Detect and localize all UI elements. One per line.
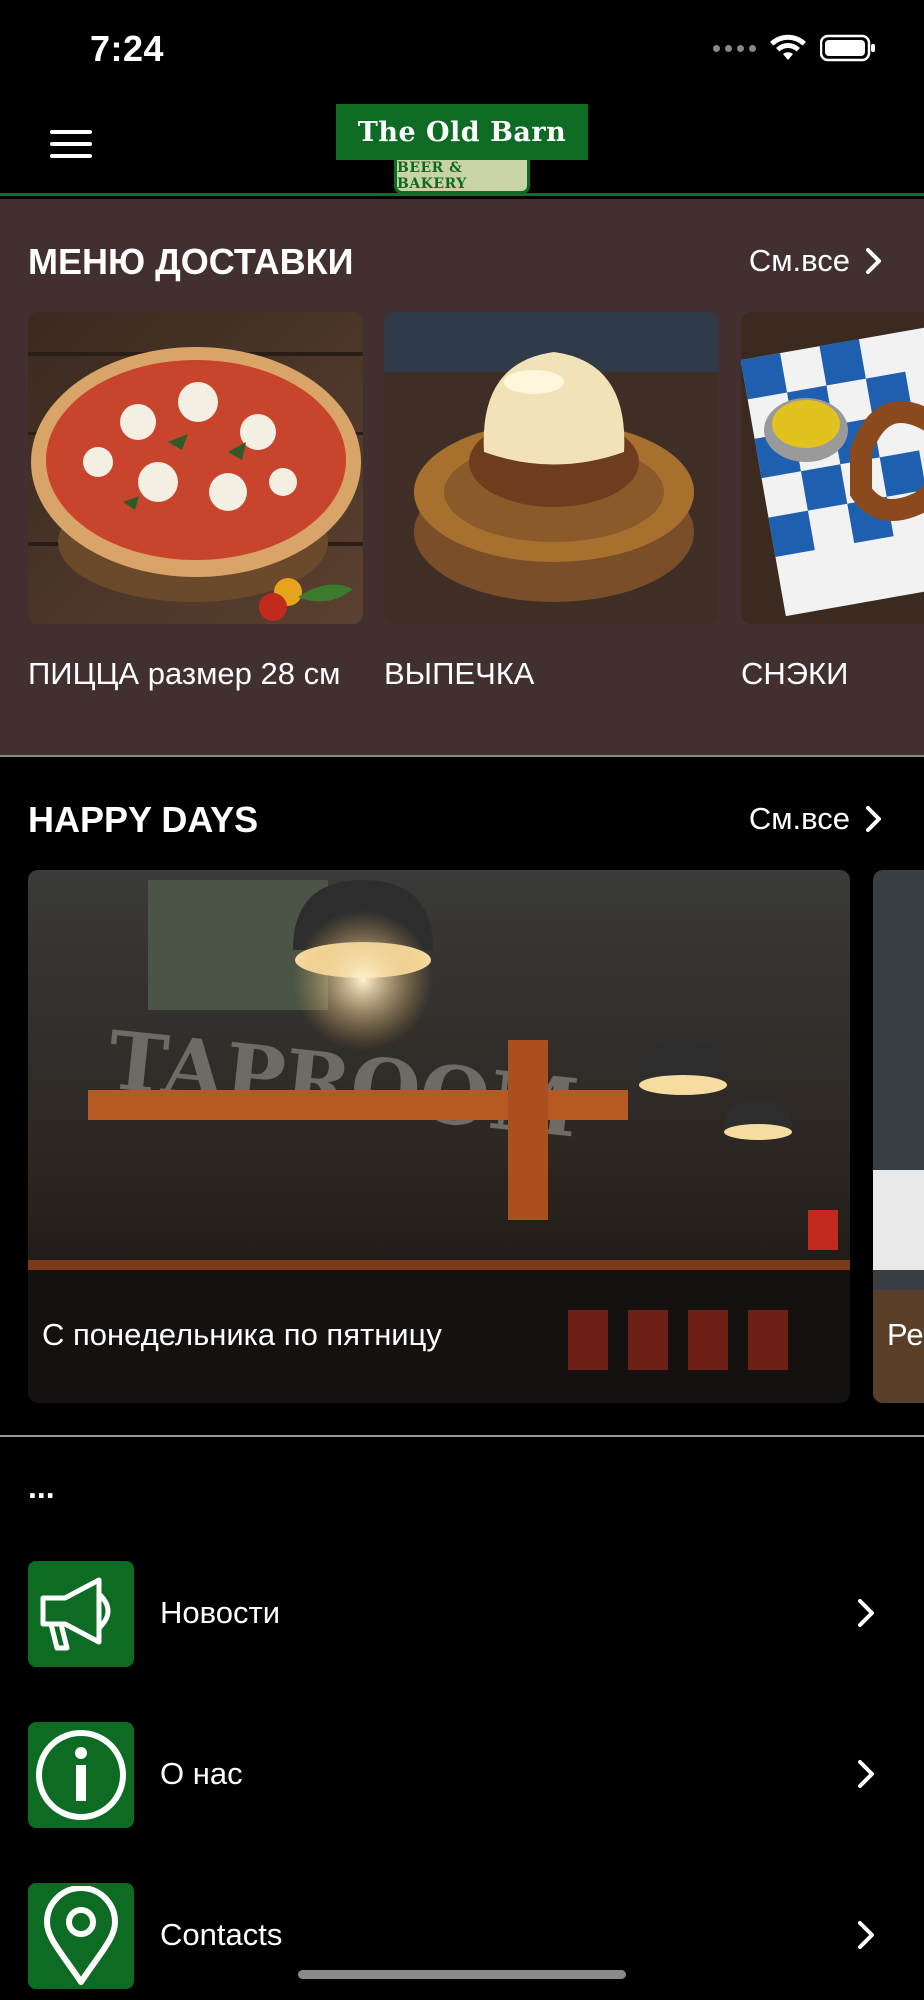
- battery-icon: [820, 34, 875, 62]
- hamburger-icon: [50, 130, 92, 134]
- list-item-label: О нас: [160, 1756, 243, 1791]
- event-card[interactable]: Ре: [873, 870, 924, 1403]
- pizza-image: [28, 312, 363, 624]
- menu-card-label: ВЫПЕЧКА: [384, 656, 535, 691]
- logo-main-text: The Old Barn: [336, 104, 588, 160]
- info-icon: [28, 1722, 134, 1828]
- signal-icon: [713, 44, 756, 52]
- happy-days-section: HAPPY DAYS См.все TAPROOM С понедельника…: [0, 757, 924, 1437]
- see-all-label: См.все: [748, 801, 850, 836]
- happy-days-title: HAPPY DAYS: [28, 799, 259, 840]
- event-caption: Ре: [887, 1317, 924, 1352]
- more-section: ... Новости О нас Contacts: [0, 1437, 924, 2000]
- see-all-label: См.все: [748, 243, 850, 278]
- wifi-icon: [770, 34, 806, 60]
- delivery-see-all-button[interactable]: См.все: [749, 243, 884, 279]
- list-item-label: Contacts: [160, 1917, 283, 1952]
- chevron-right-icon: [858, 1599, 874, 1627]
- list-item-about[interactable]: О нас: [0, 1722, 924, 1830]
- app-header: The Old Barn BEER & BAKERY: [0, 100, 924, 196]
- status-time: 7:24: [90, 28, 165, 69]
- chevron-right-icon: [858, 1921, 874, 1949]
- menu-card-pizza[interactable]: ПИЦЦА размер 28 см: [28, 312, 363, 694]
- status-icons: [713, 34, 876, 62]
- logo-sub-text: BEER & BAKERY: [394, 160, 530, 194]
- bakery-image: [384, 312, 719, 624]
- menu-card-label: ПИЦЦА размер 28 см: [28, 656, 341, 691]
- delivery-title: МЕНЮ ДОСТАВКИ: [28, 241, 354, 282]
- chevron-right-icon: [858, 1760, 874, 1788]
- menu-card-snacks[interactable]: СНЭКИ: [741, 312, 924, 694]
- menu-card-bakery[interactable]: ВЫПЕЧКА: [384, 312, 719, 694]
- app-logo: The Old Barn BEER & BAKERY: [336, 104, 588, 196]
- menu-card-label: СНЭКИ: [741, 656, 849, 691]
- event-caption: С понедельника по пятницу: [42, 1317, 442, 1352]
- happy-days-see-all-button[interactable]: См.все: [749, 801, 884, 837]
- megaphone-icon: [28, 1561, 134, 1667]
- location-pin-icon: [28, 1883, 134, 1989]
- chevron-right-icon: [866, 806, 881, 832]
- list-item-news[interactable]: Новости: [0, 1561, 924, 1669]
- snacks-image: [741, 312, 924, 624]
- status-bar: 7:24: [0, 0, 924, 100]
- menu-button[interactable]: [50, 130, 92, 160]
- more-title: ...: [28, 1469, 55, 1505]
- delivery-menu-section: МЕНЮ ДОСТАВКИ См.все ПИЦЦА размер 28 см …: [0, 199, 924, 757]
- chevron-right-icon: [866, 248, 881, 274]
- list-item-label: Новости: [160, 1595, 281, 1630]
- event-card[interactable]: TAPROOM С понедельника по пятницу: [28, 870, 850, 1403]
- home-indicator[interactable]: [298, 1970, 626, 1979]
